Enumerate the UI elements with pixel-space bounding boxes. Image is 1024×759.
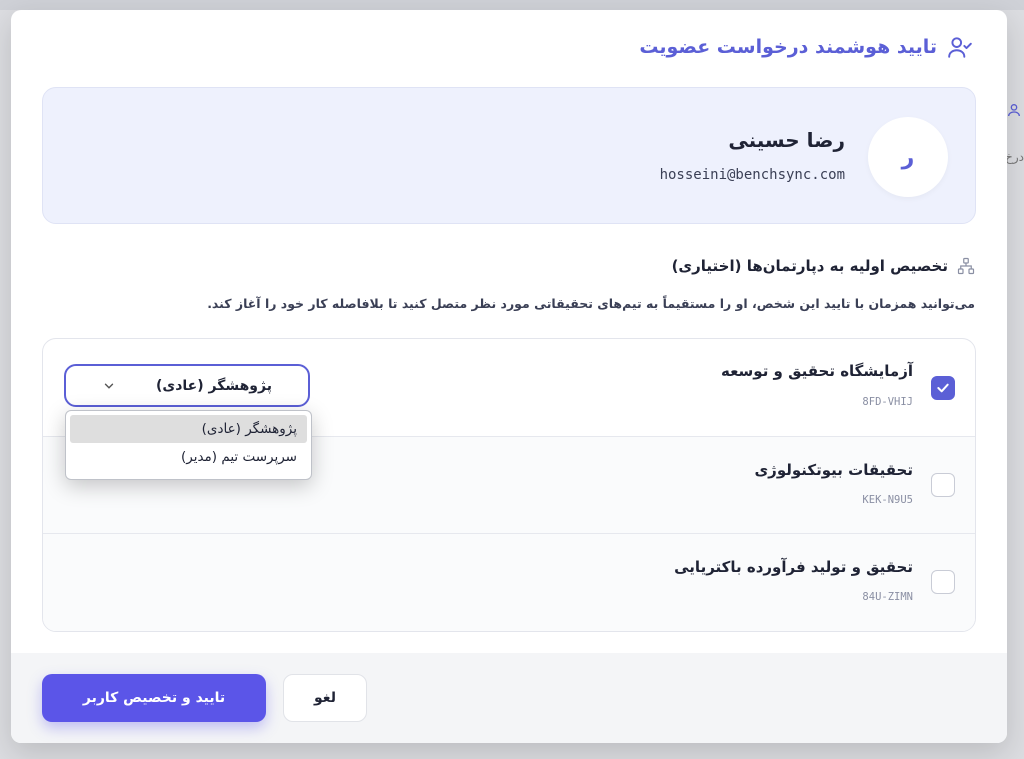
section-title: تخصیص اولیه به دپارتمان‌ها (اختیاری): [671, 257, 948, 275]
background-user-icon: [1006, 100, 1022, 122]
hierarchy-icon: [957, 257, 975, 275]
department-name: آزمایشگاه تحقیق و توسعه: [720, 362, 913, 380]
role-option-researcher[interactable]: پژوهشگر (عادی): [70, 415, 307, 443]
modal-title: تایید هوشمند درخواست عضویت: [639, 36, 937, 58]
section-header: تخصیص اولیه به دپارتمان‌ها (اختیاری): [672, 257, 975, 275]
role-select[interactable]: پژوهشگر (عادی): [64, 364, 310, 407]
department-name: تحقیق و تولید فرآورده باکتریایی: [674, 558, 913, 576]
department-name: تحقیقات بیوتکنولوژی: [754, 461, 913, 479]
background-top-bar: [0, 0, 1024, 10]
role-select-value: پژوهشگر (عادی): [156, 377, 272, 394]
department-checkbox[interactable]: [931, 473, 955, 497]
department-code: 8FD-VHIJ: [862, 396, 913, 408]
department-code: 84U-ZIMN: [862, 591, 913, 603]
department-code: KEK-N9U5: [862, 494, 913, 506]
modal-footer: تایید و تخصیص کاربر لغو: [11, 653, 1007, 743]
section-description: می‌توانید همزمان با تایید این شخص، او را…: [207, 296, 975, 311]
user-check-icon: [948, 37, 972, 58]
user-email: hosseini@benchsync.com: [659, 167, 845, 183]
cancel-button[interactable]: لغو: [283, 674, 367, 722]
approval-modal: تایید هوشمند درخواست عضویت ر رضا حسینی h…: [11, 10, 1007, 743]
department-checkbox[interactable]: [931, 376, 955, 400]
role-option-team-lead[interactable]: سرپرست تیم (مدیر): [70, 443, 307, 471]
background-side-label: درخ: [1005, 150, 1024, 164]
department-list: آزمایشگاه تحقیق و توسعه 8FD-VHIJ پژوهشگر…: [42, 338, 976, 632]
department-checkbox[interactable]: [931, 570, 955, 594]
role-dropdown-menu: پژوهشگر (عادی) سرپرست تیم (مدیر): [65, 410, 312, 480]
user-card: ر رضا حسینی hosseini@benchsync.com: [42, 87, 976, 224]
confirm-button[interactable]: تایید و تخصیص کاربر: [42, 674, 266, 722]
department-row: تحقیق و تولید فرآورده باکتریایی 84U-ZIMN: [43, 533, 975, 631]
chevron-down-icon: [104, 383, 114, 389]
modal-header: تایید هوشمند درخواست عضویت: [639, 34, 973, 60]
avatar: ر: [868, 117, 948, 197]
check-icon: [937, 383, 949, 393]
user-name: رضا حسینی: [728, 128, 845, 152]
